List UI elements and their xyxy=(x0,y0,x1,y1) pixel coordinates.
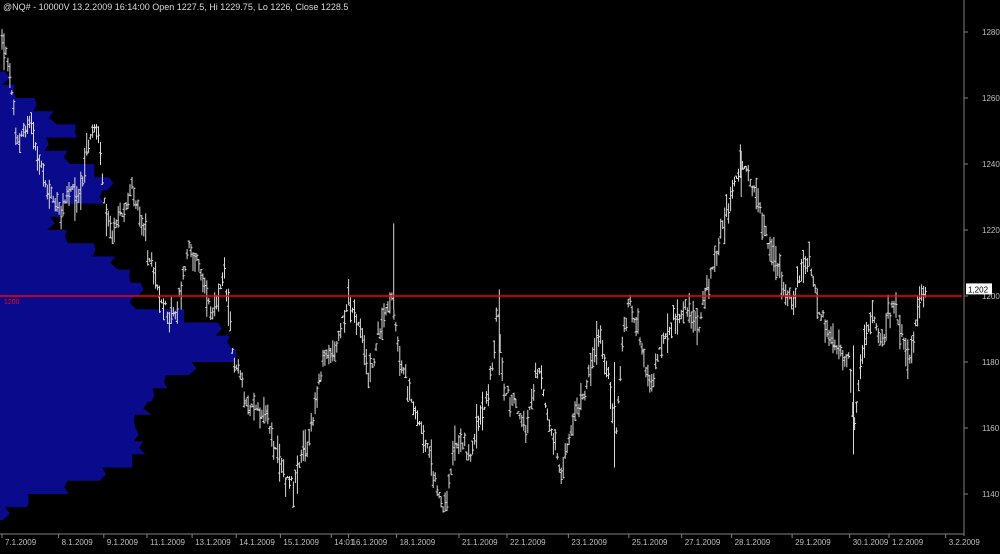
last-price-label: 1,202 xyxy=(968,285,989,294)
chart-header-title: @NQ# - 10000V 13.2.2009 16:14:00 Open 12… xyxy=(3,2,348,12)
x-date-label: 21.1.2009 xyxy=(462,538,498,547)
chart-background xyxy=(0,0,1000,549)
price-chart[interactable]: 1200 114011601180120012201240126012801,2… xyxy=(0,0,1000,549)
x-date-label: 3.2.2009 xyxy=(949,538,981,547)
chart-root: 1200 1140 1160 1180 1200 1220 1240 1260 1280 1,2… xyxy=(0,0,1000,549)
x-date-label: 8.1.2009 xyxy=(62,538,94,547)
x-date-label: 9.1.2009 xyxy=(107,538,139,547)
y-tick-label: 1280 xyxy=(982,28,1000,37)
x-date-label: 11.1.2009 xyxy=(150,538,186,547)
x-date-label: 1.2.2009 xyxy=(892,538,924,547)
x-date-label: 27.1.2009 xyxy=(685,538,721,547)
y-tick-label: 1180 xyxy=(982,358,1000,367)
x-date-label: 18.1.2009 xyxy=(400,538,436,547)
x-date-label: 13.1.2009 xyxy=(195,538,231,547)
x-date-label: 23.1.2009 xyxy=(571,538,607,547)
x-date-label: 7.1.2009 xyxy=(5,538,37,547)
y-tick-label: 1260 xyxy=(982,94,1000,103)
y-tick-label: 1140 xyxy=(982,490,1000,499)
y-tick-label: 1160 xyxy=(982,424,1000,433)
x-date-label: 29.1.2009 xyxy=(795,538,831,547)
x-date-label: 15.1.2009 xyxy=(283,538,319,547)
y-tick-label: 1220 xyxy=(982,226,1000,235)
reference-line-label: 1200 xyxy=(4,299,20,306)
x-date-label: 16.1.2009 xyxy=(352,538,388,547)
x-date-label: 14.1.2009 xyxy=(239,538,275,547)
x-date-label: 25.1.2009 xyxy=(632,538,668,547)
y-tick-label: 1240 xyxy=(982,160,1000,169)
x-date-label: 28.1.2009 xyxy=(735,538,771,547)
x-date-label: 30.1.2009 xyxy=(853,538,889,547)
x-date-label: 22.1.2009 xyxy=(510,538,546,547)
